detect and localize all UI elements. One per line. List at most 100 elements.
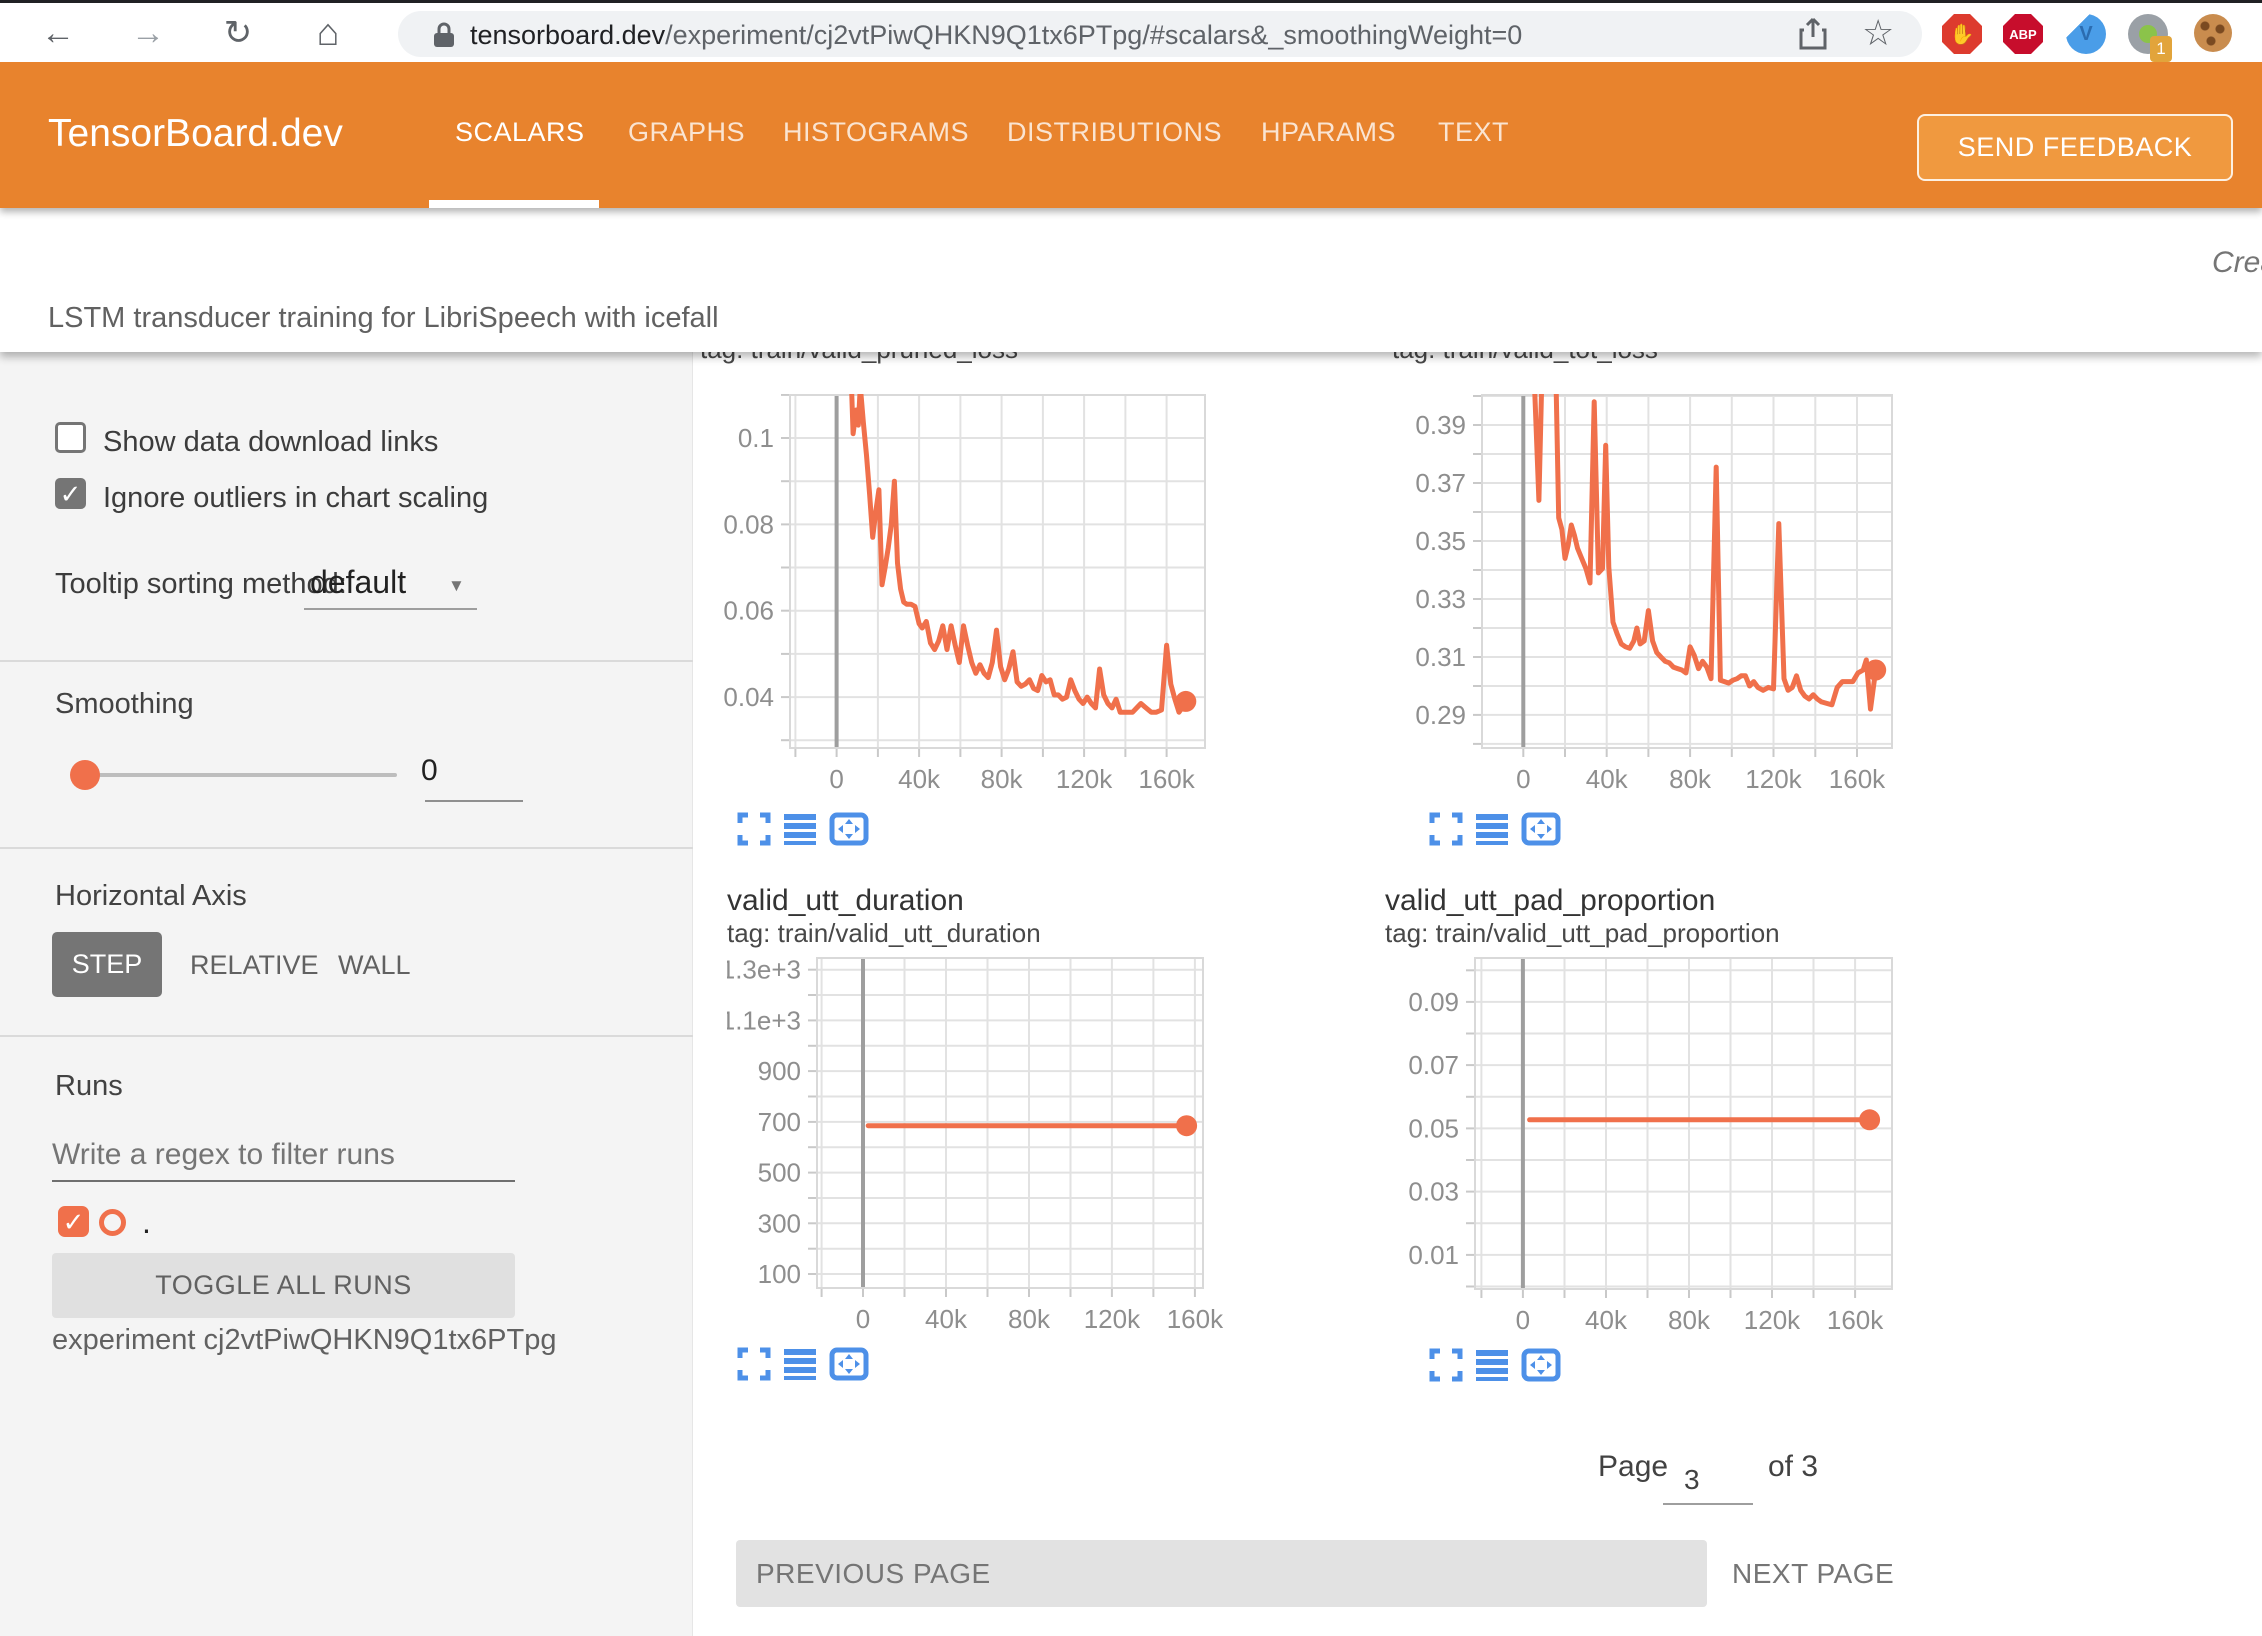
created-text-partial: Crea: [2212, 246, 2262, 280]
smoothing-slider-track[interactable]: [85, 773, 397, 777]
scalar-chart[interactable]: 1.3e+31.1e+3900700500300100040k80k120k16…: [727, 957, 1227, 1334]
extension-hand-icon[interactable]: ✋: [1942, 14, 1982, 54]
runs-label: Runs: [55, 1070, 123, 1103]
active-tab-underline: [429, 200, 599, 208]
smoothing-label: Smoothing: [55, 688, 194, 721]
hand-glyph: ✋: [1950, 22, 1975, 47]
experiment-title: LSTM transducer training for LibriSpeech…: [48, 302, 719, 335]
run-color-swatch: [99, 1209, 126, 1236]
svg-text:0.39: 0.39: [1415, 410, 1466, 440]
v-label: V: [2079, 23, 2092, 46]
bookmark-star-icon[interactable]: ☆: [1862, 12, 1894, 54]
tab-text[interactable]: TEXT: [1438, 117, 1509, 148]
fit-domain-icon[interactable]: [829, 812, 869, 851]
smoothing-value[interactable]: 0: [421, 754, 438, 788]
reload-icon[interactable]: ↻: [216, 11, 260, 55]
svg-text:120k: 120k: [1745, 764, 1802, 794]
smoothing-value-underline: [425, 800, 523, 802]
section-divider: [0, 1035, 693, 1037]
svg-text:160k: 160k: [1138, 764, 1195, 794]
fit-domain-icon[interactable]: [1521, 1348, 1561, 1387]
forward-icon[interactable]: →: [126, 11, 170, 55]
tab-graphs[interactable]: GRAPHS: [628, 117, 745, 148]
run-checkbox[interactable]: ✓: [58, 1206, 89, 1237]
haxis-relative-button[interactable]: RELATIVE: [190, 950, 319, 981]
chart-toolbar: [737, 812, 869, 851]
runs-regex-underline: [52, 1180, 515, 1182]
extension-v-icon[interactable]: V: [2066, 14, 2106, 54]
flatten-y-axis-icon[interactable]: [782, 812, 818, 851]
fit-domain-icon[interactable]: [1521, 812, 1561, 851]
fullscreen-icon[interactable]: [1429, 812, 1463, 851]
scalar-chart[interactable]: 0.10.080.060.04040k80k120k160k: [700, 394, 1229, 794]
back-icon[interactable]: ←: [36, 11, 80, 55]
page-label: Page: [1598, 1450, 1668, 1484]
toggle-all-runs-button[interactable]: TOGGLE ALL RUNS: [52, 1253, 515, 1318]
chart-card-valid-tot-loss: valid_tot_loss tag: train/valid_tot_loss…: [1392, 300, 1916, 794]
chart-tag: tag: train/valid_utt_pad_proportion: [1385, 918, 1916, 948]
abp-label: ABP: [2009, 27, 2036, 42]
lock-icon: [432, 22, 456, 53]
extension-cookie-icon[interactable]: [2194, 14, 2234, 54]
previous-page-button[interactable]: PREVIOUS PAGE: [736, 1540, 1707, 1607]
smoothing-slider-thumb[interactable]: [70, 760, 100, 790]
fit-domain-icon[interactable]: [829, 1347, 869, 1386]
tab-distributions[interactable]: DISTRIBUTIONS: [1007, 117, 1222, 148]
app-logo: TensorBoard.dev: [48, 112, 343, 156]
fullscreen-icon[interactable]: [737, 1347, 771, 1386]
url-bar[interactable]: tensorboard.dev/experiment/cj2vtPiwQHKN9…: [398, 11, 1922, 57]
tab-hparams[interactable]: HPARAMS: [1261, 117, 1396, 148]
section-divider: [0, 847, 693, 849]
tensorboard-page: ← → ↻ ⌂ tensorboard.dev/experiment/cj2vt…: [0, 0, 2262, 1636]
tab-histograms[interactable]: HISTOGRAMS: [783, 117, 969, 148]
svg-text:0.06: 0.06: [723, 596, 774, 626]
chart-card-valid-utt-duration: valid_utt_duration tag: train/valid_utt_…: [727, 884, 1227, 1334]
svg-text:40k: 40k: [1585, 1305, 1628, 1335]
ignore-outliers-checkbox[interactable]: ✓: [55, 478, 86, 509]
extension-update-icon[interactable]: 1: [2128, 14, 2168, 54]
show-download-checkbox[interactable]: [55, 422, 86, 453]
flatten-y-axis-icon[interactable]: [782, 1347, 818, 1386]
svg-text:0.08: 0.08: [723, 509, 774, 539]
update-badge: 1: [2150, 36, 2172, 62]
chevron-down-icon[interactable]: ▼: [448, 576, 465, 596]
svg-text:700: 700: [758, 1107, 801, 1137]
run-name: .: [142, 1204, 151, 1241]
svg-text:0: 0: [829, 764, 843, 794]
fullscreen-icon[interactable]: [1429, 1348, 1463, 1387]
chart-title: valid_utt_duration: [727, 884, 1227, 918]
svg-text:160k: 160k: [1829, 764, 1886, 794]
svg-text:0.31: 0.31: [1415, 642, 1466, 672]
haxis-step-button[interactable]: STEP: [52, 932, 162, 997]
next-page-button[interactable]: NEXT PAGE: [1732, 1558, 1894, 1590]
svg-text:40k: 40k: [898, 764, 941, 794]
svg-text:0.01: 0.01: [1408, 1240, 1459, 1270]
runs-regex-input[interactable]: Write a regex to filter runs: [52, 1138, 395, 1172]
svg-text:80k: 80k: [981, 764, 1024, 794]
fullscreen-icon[interactable]: [737, 812, 771, 851]
extension-abp-icon[interactable]: ABP: [2003, 14, 2043, 54]
tooltip-select-underline: [304, 608, 477, 610]
scalar-chart[interactable]: 0.090.070.050.030.01040k80k120k160k: [1385, 957, 1916, 1335]
svg-text:0.35: 0.35: [1415, 526, 1466, 556]
tab-scalars[interactable]: SCALARS: [455, 117, 585, 148]
svg-text:0: 0: [1516, 764, 1530, 794]
url-text: tensorboard.dev/experiment/cj2vtPiwQHKN9…: [470, 20, 1522, 51]
chart-card-valid-pruned-loss: valid_pruned_loss tag: train/valid_prune…: [700, 300, 1229, 794]
haxis-wall-button[interactable]: WALL: [338, 950, 411, 981]
svg-text:40k: 40k: [1586, 764, 1629, 794]
flatten-y-axis-icon[interactable]: [1474, 812, 1510, 851]
home-icon[interactable]: ⌂: [306, 11, 350, 55]
svg-text:0.04: 0.04: [723, 682, 774, 712]
svg-text:160k: 160k: [1827, 1305, 1884, 1335]
flatten-y-axis-icon[interactable]: [1474, 1348, 1510, 1387]
send-feedback-button[interactable]: SEND FEEDBACK: [1917, 114, 2233, 181]
browser-chrome: ← → ↻ ⌂ tensorboard.dev/experiment/cj2vt…: [0, 0, 2262, 62]
share-icon[interactable]: [1798, 17, 1828, 56]
page-of-label: of 3: [1768, 1450, 1818, 1484]
page-number-input[interactable]: 3: [1684, 1464, 1700, 1496]
scalar-chart[interactable]: 0.390.370.350.330.310.29040k80k120k160k: [1392, 394, 1916, 794]
svg-text:80k: 80k: [1008, 1304, 1051, 1334]
svg-text:120k: 120k: [1744, 1305, 1801, 1335]
tooltip-sorting-select[interactable]: default: [310, 564, 406, 601]
